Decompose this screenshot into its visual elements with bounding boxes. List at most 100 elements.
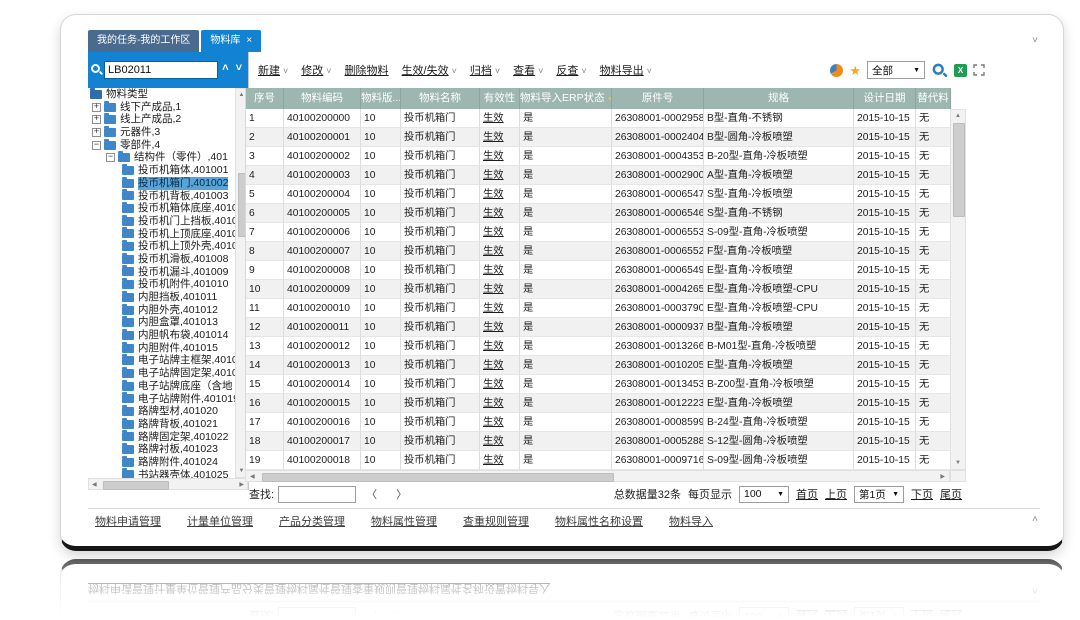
footer-link[interactable]: 物料申请管理 — [95, 513, 161, 529]
scrollbar-thumb[interactable] — [953, 123, 965, 217]
table-horizontal-scrollbar[interactable]: ◀ ▶ — [245, 470, 950, 482]
page-size-select[interactable]: 100 ▼ — [739, 486, 789, 503]
tree-item[interactable]: 投币机滑板,401008 — [88, 253, 235, 266]
table-row[interactable]: 184010020001710投币机箱门生效是26308001-0005288S… — [246, 432, 951, 451]
next-page-link[interactable]: 下页 — [911, 486, 933, 502]
tree-item[interactable]: 投币机背板,401003 — [88, 190, 235, 203]
tree-item[interactable]: 电子站牌固定架,4010 — [88, 367, 235, 380]
footer-link[interactable]: 产品分类管理 — [279, 513, 345, 529]
column-header[interactable]: 物料名称 — [401, 88, 480, 109]
tree-item[interactable]: 投币机附件,401010 — [88, 278, 235, 291]
scrollbar-thumb[interactable] — [103, 481, 169, 490]
recent-pie-icon[interactable] — [830, 64, 843, 77]
footer-link[interactable]: 物料属性名称设置 — [555, 513, 643, 529]
tree-item[interactable]: 投币机箱体底座,4010 — [88, 202, 235, 215]
toolbar-button[interactable]: 归档˅ — [470, 62, 500, 78]
tree-item[interactable]: 内胆外壳,401012 — [88, 304, 235, 317]
find-next-icon[interactable]: 〉 — [396, 489, 415, 501]
tree-item[interactable]: 投币机上顶底座,4010 — [88, 228, 235, 241]
tree-item[interactable]: 物料类型 — [88, 88, 235, 101]
footer-collapse-chevron-icon[interactable]: ˄ — [1032, 514, 1038, 525]
table-row[interactable]: 44010020000310投币机箱门生效是26308001-0002900A型… — [246, 166, 951, 185]
tree-item[interactable]: 内胆帆布袋,401014 — [88, 329, 235, 342]
tree-item[interactable]: −零部件,4 — [88, 139, 235, 152]
tree-item[interactable]: 内胆盒罩,401013 — [88, 316, 235, 329]
column-header[interactable]: 物料导入ERP状态▼ — [520, 88, 612, 109]
table-row[interactable]: 114010020001010投币机箱门生效是26308001-0003790E… — [246, 299, 951, 318]
expand-fullscreen-icon[interactable] — [973, 64, 985, 76]
find-prev-icon[interactable]: 〈 — [366, 489, 385, 501]
toolbar-button[interactable]: 物料导出˅ — [600, 62, 652, 78]
scroll-right-icon[interactable]: ▶ — [940, 471, 945, 483]
table-row[interactable]: 134010020001210投币机箱门生效是26308001-0013266B… — [246, 337, 951, 356]
table-row[interactable]: 94010020000810投币机箱门生效是26308001-0006549E型… — [246, 261, 951, 280]
footer-link[interactable]: 物料属性管理 — [371, 513, 437, 529]
tree-item[interactable]: 路牌型材,401020 — [88, 405, 235, 418]
table-row[interactable]: 54010020000410投币机箱门生效是26308001-0006547S型… — [246, 185, 951, 204]
collapse-panel-chevron-icon[interactable]: ˅ — [1032, 36, 1038, 46]
tree-item[interactable]: 投币机上顶外壳,4010 — [88, 240, 235, 253]
table-row[interactable]: 34010020000210投币机箱门生效是26308001-0004353B-… — [246, 147, 951, 166]
table-row[interactable]: 84010020000710投币机箱门生效是26308001-0006552F型… — [246, 242, 951, 261]
find-input[interactable] — [278, 486, 356, 503]
scroll-left-icon[interactable]: ◀ — [250, 471, 255, 483]
column-header[interactable]: 物料版... — [361, 88, 401, 109]
tree-item[interactable]: 路牌衬板,401023 — [88, 443, 235, 456]
table-row[interactable]: 104010020000910投币机箱门生效是26308001-0004265E… — [246, 280, 951, 299]
tree-item[interactable]: 投币机门上挡板,4010 — [88, 215, 235, 228]
scope-select[interactable]: 全部 ▼ — [867, 61, 925, 79]
last-page-link[interactable]: 尾页 — [940, 486, 962, 502]
tree-item[interactable]: 路牌附件,401024 — [88, 456, 235, 469]
tree-expander-icon[interactable]: − — [106, 153, 115, 162]
scroll-down-icon[interactable]: ▼ — [951, 460, 965, 466]
tree-item[interactable]: +线下产成品,1 — [88, 101, 235, 114]
tab-my-workspace[interactable]: 我的任务-我的工作区 — [88, 30, 199, 52]
column-header[interactable]: 设计日期 — [854, 88, 916, 109]
tree-item[interactable]: 内胆挡板,401011 — [88, 291, 235, 304]
search-prev-icon[interactable]: ˄ — [222, 62, 230, 74]
table-row[interactable]: 124010020001110投币机箱门生效是26308001-0000937B… — [246, 318, 951, 337]
tree-item[interactable]: 投币机箱体,401001 — [88, 164, 235, 177]
toolbar-button[interactable]: 查看˅ — [513, 62, 543, 78]
tree-item[interactable]: 投币机箱门,401002 — [88, 177, 235, 190]
search-input[interactable] — [104, 61, 218, 79]
tree-item[interactable]: 路牌固定架,401022 — [88, 431, 235, 444]
current-page-select[interactable]: 第1页 ▼ — [854, 486, 904, 503]
column-header[interactable]: 物料编码 — [284, 88, 361, 109]
tree-item[interactable]: 路牌背板,401021 — [88, 418, 235, 431]
column-header[interactable]: 有效性 — [480, 88, 520, 109]
table-search-icon[interactable] — [933, 63, 947, 77]
scrollbar-thumb[interactable] — [262, 473, 614, 482]
tree-item[interactable]: 电子站牌附件,401019 — [88, 393, 235, 406]
excel-export-icon[interactable]: X — [954, 64, 967, 77]
table-row[interactable]: 154010020001410投币机箱门生效是26308001-0013453B… — [246, 375, 951, 394]
column-header[interactable]: 替代料 — [916, 88, 951, 109]
tree-expander-icon[interactable]: + — [92, 115, 101, 124]
tree-item[interactable]: 电子站牌底座（含地 — [88, 380, 235, 393]
tree-item[interactable]: +元器件,3 — [88, 126, 235, 139]
table-row[interactable]: 194010020001810投币机箱门生效是26308001-0009716S… — [246, 451, 951, 470]
toolbar-button[interactable]: 生效/失效˅ — [402, 62, 457, 78]
tree-item[interactable]: 内胆附件,401015 — [88, 342, 235, 355]
prev-page-link[interactable]: 上页 — [825, 486, 847, 502]
tree-item[interactable]: 电子站牌主框架,4010 — [88, 354, 235, 367]
tree-item[interactable]: 书站器壳体,401025 — [88, 469, 235, 478]
toolbar-button[interactable]: 新建˅ — [258, 62, 288, 78]
tree-item[interactable]: +线上产成品,2 — [88, 113, 235, 126]
table-row[interactable]: 64010020000510投币机箱门生效是26308001-0006546S型… — [246, 204, 951, 223]
scroll-up-icon[interactable]: ▲ — [951, 113, 965, 119]
tree-horizontal-scrollbar[interactable]: ◀ ▶ — [88, 478, 248, 490]
table-vertical-scrollbar[interactable]: ▲ ▼ — [950, 109, 966, 470]
search-next-icon[interactable]: ˅ — [236, 62, 244, 74]
tree-item[interactable]: −结构件（零件）,401 — [88, 151, 235, 164]
tree-item[interactable]: 投币机漏斗,401009 — [88, 266, 235, 279]
first-page-link[interactable]: 首页 — [796, 486, 818, 502]
footer-link[interactable]: 物料导入 — [669, 513, 713, 529]
footer-link[interactable]: 计量单位管理 — [187, 513, 253, 529]
column-header[interactable]: 规格 — [704, 88, 854, 109]
tree-expander-icon[interactable]: + — [92, 128, 101, 137]
column-header[interactable]: 序号 — [246, 88, 284, 109]
toolbar-button[interactable]: 反查˅ — [556, 62, 586, 78]
scroll-left-icon[interactable]: ◀ — [92, 479, 97, 491]
tree-expander-icon[interactable]: + — [92, 103, 101, 112]
